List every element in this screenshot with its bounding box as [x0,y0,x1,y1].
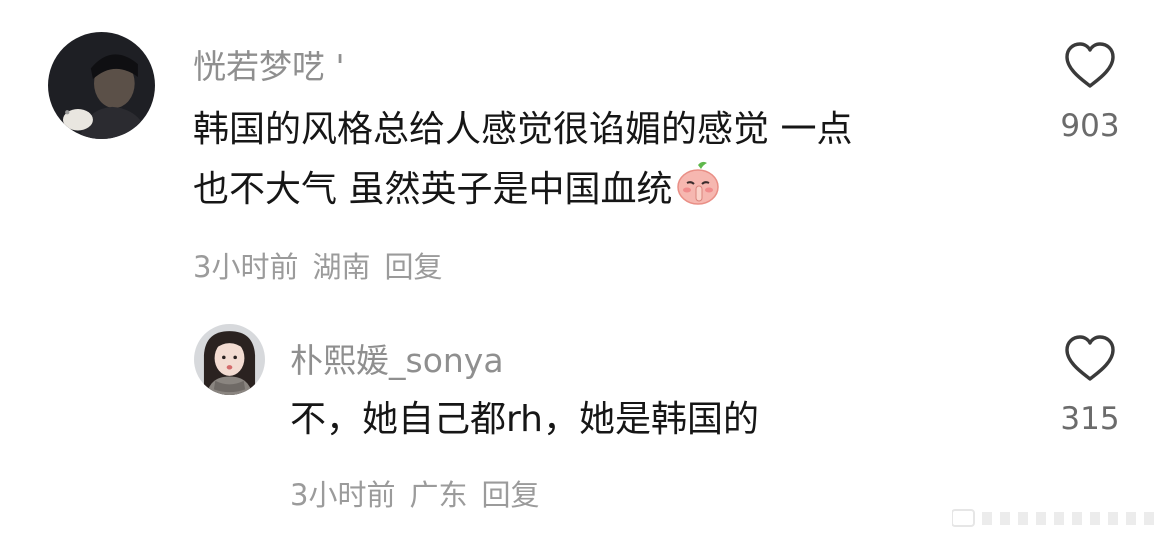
like-count: 903 [1060,108,1120,144]
like-button[interactable]: 903 [1060,40,1120,144]
watermark-graphic [952,509,1154,527]
comment-text-line: 韩国的风格总给人感觉很谄媚的感觉 一点 [193,109,853,150]
comment-text[interactable]: 韩国的风格总给人感觉很谄媚的感觉 一点 也不大气 虽然英子是中国血统 [193,101,852,219]
comment-username[interactable]: 恍若梦呓 ' [193,40,345,88]
avatar-image [48,32,155,139]
comment-text-line: 也不大气 虽然英子是中国血统 [193,159,852,219]
reply-button[interactable]: 回复 [384,250,442,284]
heart-outline-icon [1065,335,1115,381]
like-count: 315 [1060,401,1120,437]
avatar-image [194,324,265,395]
comment-location: 广东 [409,478,468,512]
comment-text-line: 不，她自己都rh，她是韩国的 [290,399,759,440]
reply-button[interactable]: 回复 [481,478,539,512]
avatar[interactable] [194,324,265,395]
comment-text-line-span: 也不大气 虽然英子是中国血统 [193,169,673,210]
avatar[interactable] [48,32,155,139]
comment-meta: 3小时前 广东 回复 [290,472,553,514]
comment-meta: 3小时前 湖南 回复 [193,244,456,286]
like-button[interactable]: 315 [1060,333,1120,437]
shush-emoji-icon [677,161,720,205]
comment-time: 3小时前 [193,250,299,284]
comment-time: 3小时前 [290,478,396,512]
comment-location: 湖南 [312,250,371,284]
comment-username[interactable]: 朴熙媛_sonya [290,334,504,382]
heart-outline-icon [1065,42,1115,88]
comment-text[interactable]: 不，她自己都rh，她是韩国的 [290,391,759,449]
